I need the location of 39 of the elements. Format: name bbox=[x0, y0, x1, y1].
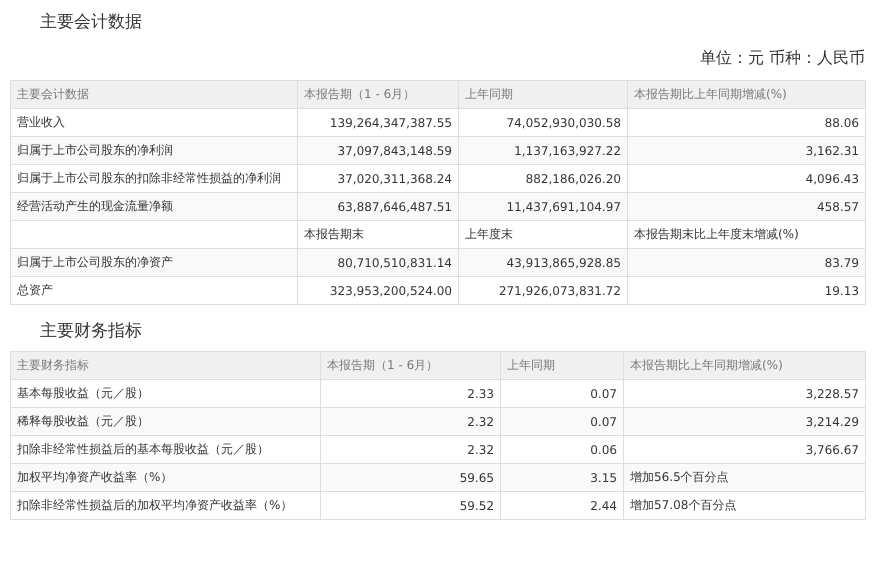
table-cell: 2.32 bbox=[320, 408, 500, 436]
column-header: 本报告期（1 - 6月） bbox=[320, 352, 500, 380]
section-title: 主要会计数据 bbox=[40, 11, 143, 34]
table-cell: 458.57 bbox=[628, 192, 866, 220]
unit-label: 单位：元 币种：人民币 bbox=[700, 47, 865, 69]
column-header: 本报告期比上年同期增减(%) bbox=[628, 80, 866, 108]
table-cell: 加权平均净资产收益率（%） bbox=[10, 464, 320, 492]
table-cell: 63,887,646,487.51 bbox=[298, 192, 458, 220]
table-cell: 3,162.31 bbox=[628, 136, 866, 164]
table-cell: 37,097,843,148.59 bbox=[298, 136, 458, 164]
table-cell: 稀释每股收益（元／股） bbox=[10, 408, 320, 436]
column-header: 本报告期（1 - 6月） bbox=[298, 80, 458, 108]
column-header: 上年同期 bbox=[458, 80, 628, 108]
table-cell: 80,710,510,831.14 bbox=[298, 248, 458, 276]
table-cell: 59.52 bbox=[320, 492, 500, 520]
table-cell: 增加57.08个百分点 bbox=[624, 492, 866, 520]
table-cell: 19.13 bbox=[628, 276, 866, 304]
table-cell: 43,913,865,928.85 bbox=[458, 248, 628, 276]
table-cell: 1,137,163,927.22 bbox=[458, 136, 628, 164]
column-header: 上年同期 bbox=[500, 352, 624, 380]
table-cell: 323,953,200,524.00 bbox=[298, 276, 458, 304]
column-header: 本报告期比上年同期增减(%) bbox=[624, 352, 866, 380]
table-cell: 增加56.5个百分点 bbox=[624, 464, 866, 492]
table-cell: 3.15 bbox=[500, 464, 624, 492]
table-cell: 经营活动产生的现金流量净额 bbox=[10, 192, 298, 220]
table-cell: 3,214.29 bbox=[624, 408, 866, 436]
table-cell: 0.07 bbox=[500, 408, 624, 436]
table-cell: 83.79 bbox=[628, 248, 866, 276]
table-cell: 2.44 bbox=[500, 492, 624, 520]
section-title: 主要财务指标 bbox=[40, 320, 143, 343]
column-header: 主要会计数据 bbox=[10, 80, 298, 108]
table-cell: 11,437,691,104.97 bbox=[458, 192, 628, 220]
table-cell: 271,926,073,831.72 bbox=[458, 276, 628, 304]
table-cell: 归属于上市公司股东的净资产 bbox=[10, 248, 298, 276]
table-cell: 总资产 bbox=[10, 276, 298, 304]
table-cell: 扣除非经常性损益后的加权平均净资产收益率（%） bbox=[10, 492, 320, 520]
column-header: 主要财务指标 bbox=[10, 352, 320, 380]
table-cell: 59.65 bbox=[320, 464, 500, 492]
table-cell: 归属于上市公司股东的净利润 bbox=[10, 136, 298, 164]
